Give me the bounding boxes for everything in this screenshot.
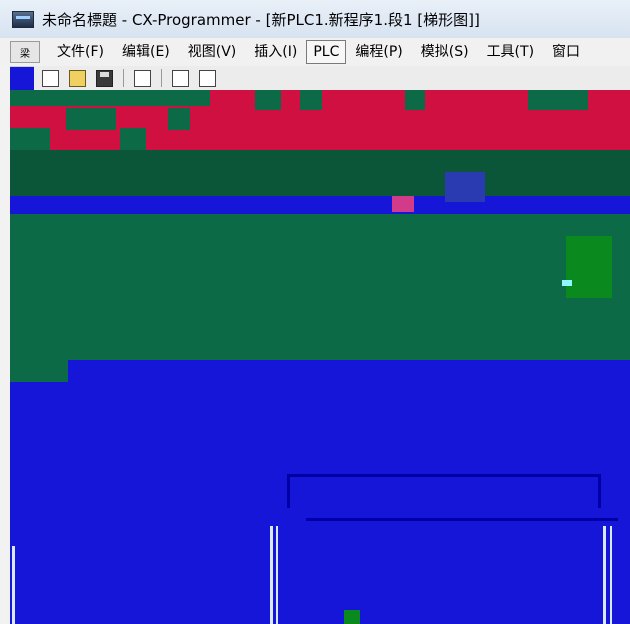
- print-icon[interactable]: [172, 69, 189, 87]
- menu-plc[interactable]: PLC: [306, 40, 347, 64]
- bracket-left: [287, 474, 290, 508]
- system-menu-button[interactable]: 梁: [10, 41, 40, 63]
- green-strip: [10, 90, 210, 106]
- menu-simulate[interactable]: 模拟(S): [412, 41, 478, 63]
- green-block: [120, 128, 146, 150]
- bracket-top: [287, 474, 601, 477]
- system-menu-label: 梁: [20, 48, 30, 60]
- rail-line: [603, 526, 606, 624]
- bracket-right: [598, 474, 601, 508]
- menu-tools[interactable]: 工具(T): [478, 41, 543, 63]
- green-block: [168, 108, 190, 130]
- rail-line: [610, 526, 612, 624]
- menu-view[interactable]: 视图(V): [179, 41, 246, 63]
- bracket-bottom: [306, 518, 618, 521]
- rail-line: [270, 526, 273, 624]
- menu-window[interactable]: 窗口: [543, 41, 589, 63]
- green-block: [255, 90, 281, 110]
- new-file-icon[interactable]: [42, 69, 59, 87]
- green-block: [10, 128, 50, 150]
- bright-green-block: [566, 236, 612, 298]
- rail-line: [12, 546, 15, 624]
- left-border: [0, 66, 10, 624]
- app-icon[interactable]: [12, 10, 34, 28]
- blue-band: [10, 196, 630, 214]
- green-body: [10, 214, 630, 360]
- standard-toolbar: [34, 66, 630, 90]
- green-block: [528, 90, 588, 110]
- menu-insert[interactable]: 插入(I): [245, 41, 306, 63]
- menu-file[interactable]: 文件(F): [48, 41, 113, 63]
- green-step: [10, 360, 68, 382]
- window-title: 未命名標題 - CX-Programmer - [新PLC1.新程序1.段1 […: [42, 10, 480, 29]
- green-block: [66, 108, 116, 130]
- green-band: [10, 150, 630, 196]
- save-icon[interactable]: [96, 69, 113, 87]
- open-folder-icon[interactable]: [69, 69, 86, 87]
- menu-program[interactable]: 编程(P): [346, 41, 411, 63]
- toolbar-separator: [161, 69, 162, 87]
- cursor-marker: [562, 280, 572, 286]
- pink-marker: [392, 196, 414, 212]
- green-block: [300, 90, 322, 110]
- menu-bar: 梁 文件(F) 编辑(E) 视图(V) 插入(I) PLC 编程(P) 模拟(S…: [0, 38, 630, 67]
- title-bar: 未命名標題 - CX-Programmer - [新PLC1.新程序1.段1 […: [0, 0, 630, 38]
- blue-patch: [445, 172, 485, 202]
- menu-edit[interactable]: 编辑(E): [113, 41, 179, 63]
- green-block: [405, 90, 425, 110]
- print-preview-icon[interactable]: [199, 69, 216, 87]
- rail-line: [276, 526, 278, 624]
- green-mark: [344, 610, 360, 624]
- copy-icon[interactable]: [134, 69, 151, 87]
- toolbar-separator: [123, 69, 124, 87]
